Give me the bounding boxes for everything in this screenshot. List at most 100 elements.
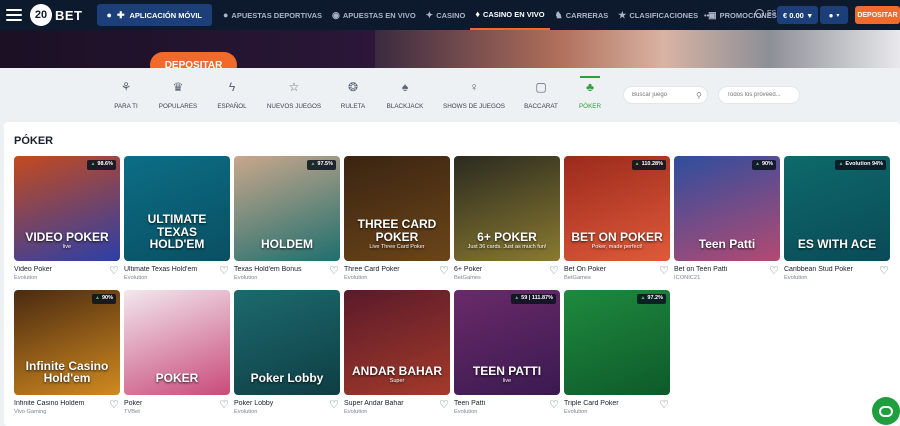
balance-button[interactable]: € 0.00 ▾ [777, 6, 818, 24]
game-art-title: HOLDEM [238, 238, 336, 251]
game-search-field[interactable]: ⚲ [623, 86, 708, 104]
game-card[interactable]: ES WITH ACE ▲ Evolution 94% Caribbean Stud … [784, 156, 890, 281]
nav-item-clasificaciones[interactable]: ★ CLASIFICACIONES [613, 0, 703, 30]
language-selector[interactable]: ES [755, 9, 776, 18]
game-name[interactable]: Super Andar Bahar [344, 400, 434, 407]
game-thumbnail[interactable]: Poker Lobby [234, 290, 340, 395]
game-name[interactable]: 6+ Poker [454, 266, 544, 273]
game-card[interactable]: 6+ POKER Just 36 cards. Just as much fun!… [454, 156, 560, 281]
game-thumbnail[interactable]: THREE CARD POKER Live Three Card Poker [344, 156, 450, 261]
category-español[interactable]: ϟ ESPAÑOL [202, 80, 262, 110]
favorite-heart-icon[interactable]: ♡ [548, 265, 560, 277]
nav-item-casino-en-vivo[interactable]: ♦ CASINO EN VIVO [470, 0, 550, 30]
game-name[interactable]: Infinite Casino Holdem [14, 400, 104, 407]
game-card[interactable]: BET ON POKER Poker, made perfect! ▲ 110.28%… [564, 156, 670, 281]
language-label: ES [767, 10, 777, 17]
game-name[interactable]: Texas Hold'em Bonus [234, 266, 324, 273]
game-card[interactable]: VIDEO POKER live ▲ 98.6% Video Poker Evolutio… [14, 156, 120, 281]
category-shows-de-juegos[interactable]: ♀ SHOWS DE JUEGOS [443, 80, 505, 110]
user-menu-button[interactable]: ● ▾ [820, 6, 848, 24]
search-input[interactable] [632, 92, 694, 98]
favorite-heart-icon[interactable]: ♡ [438, 265, 450, 277]
game-art-title-text: 6+ POKER [477, 229, 537, 244]
globe-icon [755, 9, 764, 18]
favorite-heart-icon[interactable]: ♡ [438, 399, 450, 411]
category-populares[interactable]: ♛ POPULARES [148, 80, 208, 110]
game-name[interactable]: Caribbean Stud Poker [784, 266, 874, 273]
category-nuevos-juegos[interactable]: ☆ NUEVOS JUEGOS [264, 80, 324, 110]
nav-item-label: APUESTAS DEPORTIVAS [231, 10, 322, 20]
mobile-app-button[interactable]: ● ✚ APLICACIÓN MÓVIL [96, 4, 212, 26]
game-provider: Evolution [124, 275, 148, 281]
game-card[interactable]: POKER Poker TVBet ♡ [124, 290, 230, 415]
game-thumbnail[interactable]: ANDAR BAHAR Super [344, 290, 450, 395]
category-póker[interactable]: ♣ PÓKER [560, 76, 620, 110]
more-menu-icon[interactable]: ••• [699, 0, 717, 30]
game-thumbnail[interactable]: Infinite Casino Hold'em ▲ 90% [14, 290, 120, 395]
search-icon: ⚲ [696, 90, 702, 100]
game-art-title: ULTIMATE TEXAS HOLD'EM [128, 213, 226, 251]
game-name[interactable]: Bet on Teen Patti [674, 266, 764, 273]
game-name[interactable]: Poker Lobby [234, 400, 324, 407]
favorite-heart-icon[interactable]: ♡ [878, 265, 890, 277]
favorite-heart-icon[interactable]: ♡ [218, 265, 230, 277]
game-name[interactable]: Bet On Poker [564, 266, 654, 273]
game-name[interactable]: Ultimate Texas Hold'em [124, 266, 214, 273]
game-art-title: BET ON POKER Poker, made perfect! [568, 230, 666, 251]
game-thumbnail[interactable]: Teen Patti ▲ 90% [674, 156, 780, 261]
favorite-heart-icon[interactable]: ♡ [658, 399, 670, 411]
rtp-value: Evolution 94% [845, 161, 883, 167]
category-para-ti[interactable]: ⚘ PARA TI [96, 80, 156, 110]
game-card[interactable]: Infinite Casino Hold'em ▲ 90% Infinite Casi… [14, 290, 120, 415]
category-blackjack[interactable]: ♠ BLACKJACK [375, 80, 435, 110]
game-art-subtitle: Just 36 cards. Just as much fun! [467, 244, 547, 251]
game-thumbnail[interactable]: 6+ POKER Just 36 cards. Just as much fun! [454, 156, 560, 261]
game-thumbnail[interactable]: TEEN PATTI live ▲ 59 | 111.87% [454, 290, 560, 395]
game-thumbnail[interactable]: ES WITH ACE ▲ Evolution 94% [784, 156, 890, 261]
game-card[interactable]: TEEN PATTI live ▲ 59 | 111.87% Teen Patti Evo… [454, 290, 560, 415]
favorite-heart-icon[interactable]: ♡ [108, 399, 120, 411]
favorite-heart-icon[interactable]: ♡ [548, 399, 560, 411]
game-thumbnail[interactable]: BET ON POKER Poker, made perfect! ▲ 110.28% [564, 156, 670, 261]
nav-item-apuestas-deportivas[interactable]: ● APUESTAS DEPORTIVAS [218, 0, 327, 30]
favorite-heart-icon[interactable]: ♡ [768, 265, 780, 277]
provider-input[interactable] [727, 92, 789, 98]
nav-item-carreras[interactable]: ♞ CARRERAS [550, 0, 614, 30]
game-card[interactable]: Teen Patti ▲ 90% Bet on Teen Patti ICONIC21 ♡ [674, 156, 780, 281]
game-name[interactable]: Triple Card Poker [564, 400, 654, 407]
game-provider: TVBet [124, 409, 140, 415]
favorite-heart-icon[interactable]: ♡ [218, 399, 230, 411]
hamburger-menu-icon[interactable] [6, 9, 22, 21]
game-thumbnail[interactable]: POKER [124, 290, 230, 395]
game-thumbnail[interactable]: ULTIMATE TEXAS HOLD'EM [124, 156, 230, 261]
game-name[interactable]: Poker [124, 400, 214, 407]
game-card[interactable]: Poker Lobby Poker Lobby Evolution ♡ [234, 290, 340, 415]
header-deposit-button[interactable]: DEPOSITAR [855, 6, 900, 24]
game-thumbnail[interactable]: ▲ 97.2% [564, 290, 670, 395]
favorite-heart-icon[interactable]: ♡ [328, 399, 340, 411]
site-logo[interactable]: 20 BET [30, 4, 83, 26]
nav-item-casino[interactable]: ✦ CASINO [421, 0, 471, 30]
game-name[interactable]: Three Card Poker [344, 266, 434, 273]
game-name[interactable]: Teen Patti [454, 400, 544, 407]
favorite-heart-icon[interactable]: ♡ [328, 265, 340, 277]
live-chat-button[interactable] [872, 397, 900, 425]
game-card[interactable]: THREE CARD POKER Live Three Card Poker Thr… [344, 156, 450, 281]
game-card[interactable]: ULTIMATE TEXAS HOLD'EM Ultimate Texas Hol… [124, 156, 230, 281]
rtp-icon: ▲ [514, 295, 520, 302]
category-ruleta[interactable]: ❂ RULETA [323, 80, 383, 110]
nav-item-apuestas-en-vivo[interactable]: ◉ APUESTAS EN VIVO [327, 0, 421, 30]
game-card[interactable]: ▲ 97.2% Triple Card Poker Evolution ♡ [564, 290, 670, 415]
game-thumbnail[interactable]: HOLDEM ▲ 97.5% [234, 156, 340, 261]
game-name[interactable]: Video Poker [14, 266, 104, 273]
favorite-heart-icon[interactable]: ♡ [658, 265, 670, 277]
game-card[interactable]: ANDAR BAHAR Super Super Andar Bahar Evoluti… [344, 290, 450, 415]
game-art-title-text: Teen Patti [698, 237, 756, 252]
category-label: ESPAÑOL [217, 103, 247, 110]
favorite-heart-icon[interactable]: ♡ [108, 265, 120, 277]
game-card[interactable]: HOLDEM ▲ 97.5% Texas Hold'em Bonus Evolution… [234, 156, 340, 281]
provider-filter[interactable] [718, 86, 800, 104]
game-thumbnail[interactable]: VIDEO POKER live ▲ 98.6% [14, 156, 120, 261]
category-label: PÓKER [578, 103, 602, 110]
banner-deposit-button[interactable]: DEPOSITAR [150, 52, 237, 68]
